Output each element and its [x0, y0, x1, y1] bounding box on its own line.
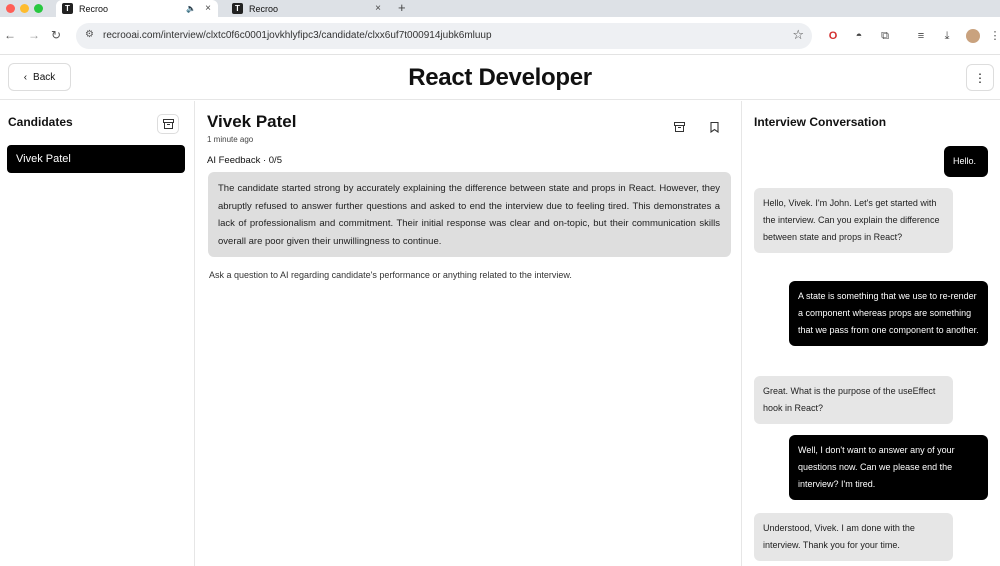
archive-candidate-button[interactable]: [672, 120, 686, 134]
site-settings-icon[interactable]: ⚙: [85, 29, 94, 40]
candidate-name: Vivek Patel: [207, 112, 297, 131]
browser-forward-icon[interactable]: →: [28, 28, 40, 42]
browser-tab[interactable]: T Recroo ×: [226, 0, 388, 17]
tab-close-icon[interactable]: ×: [205, 3, 211, 14]
browser-tab-active[interactable]: T Recroo 🔈 ×: [56, 0, 218, 17]
user-message: Hello.: [944, 146, 988, 177]
ai-message: Great. What is the purpose of the useEff…: [754, 376, 953, 424]
bookmark-button[interactable]: [707, 120, 721, 134]
browser-tab-bar: T Recroo 🔈 × T Recroo × +: [0, 0, 1000, 17]
new-tab-button[interactable]: +: [398, 0, 406, 16]
timestamp: 1 minute ago: [207, 135, 254, 144]
kebab-menu-icon: ⋮: [974, 70, 986, 85]
ai-message: Understood, Vivek. I am done with the in…: [754, 513, 953, 561]
user-message: A state is something that we use to re-r…: [789, 281, 988, 346]
ask-ai-prompt[interactable]: Ask a question to AI regarding candidate…: [209, 270, 572, 280]
profile-avatar[interactable]: [966, 29, 980, 43]
ai-message: Hello, Vivek. I'm John. Let's get starte…: [754, 188, 953, 253]
ai-feedback-text: The candidate started strong by accurate…: [208, 172, 731, 257]
archive-button[interactable]: [157, 114, 179, 134]
app-header: ‹ Back React Developer ⋮: [0, 55, 1000, 100]
browser-toolbar: ← → ↻ ⚙ recrooai.com/interview/clxtc0f6c…: [0, 17, 1000, 55]
window-maximize-button[interactable]: [34, 4, 43, 13]
opera-extension-icon[interactable]: O: [826, 29, 840, 43]
user-message: Well, I don't want to answer any of your…: [789, 435, 988, 500]
window-minimize-button[interactable]: [20, 4, 29, 13]
speaker-icon[interactable]: 🔈: [186, 4, 196, 13]
url-text: recrooai.com/interview/clxtc0f6c0001jovk…: [103, 30, 492, 41]
candidates-heading: Candidates: [8, 115, 73, 129]
tab-favicon: T: [62, 3, 73, 14]
address-bar[interactable]: ⚙ recrooai.com/interview/clxtc0f6c0001jo…: [76, 23, 812, 49]
bookmark-icon: [709, 121, 719, 133]
window-close-button[interactable]: [6, 4, 15, 13]
more-options-button[interactable]: ⋮: [966, 64, 994, 91]
candidate-detail-panel: Vivek Patel 1 minute ago AI Feedback · 0…: [195, 101, 742, 566]
bookmark-star-icon[interactable]: ☆: [792, 27, 804, 43]
conversation-heading: Interview Conversation: [754, 115, 887, 129]
media-control-icon[interactable]: ≡: [914, 29, 928, 43]
tab-title: Recroo: [79, 3, 109, 14]
tab-favicon: T: [232, 3, 243, 14]
browser-menu-icon[interactable]: ⋮: [988, 29, 1000, 43]
page-title: React Developer: [408, 64, 592, 91]
tab-title: Recroo: [249, 3, 279, 14]
extensions-puzzle-icon[interactable]: ⧉: [878, 29, 892, 43]
tab-close-icon[interactable]: ×: [375, 3, 381, 14]
extension-icon[interactable]: ◓: [852, 29, 866, 43]
archive-icon: [673, 122, 685, 132]
reload-icon[interactable]: ↻: [51, 28, 61, 42]
download-icon[interactable]: ⤓: [940, 29, 954, 43]
ai-feedback-label: AI Feedback · 0/5: [207, 155, 282, 166]
conversation-panel: Interview Conversation Hello. Hello, Viv…: [742, 101, 1000, 566]
browser-back-icon[interactable]: ←: [4, 28, 16, 42]
candidate-list-item[interactable]: Vivek Patel: [7, 145, 185, 173]
candidates-panel: Candidates Vivek Patel: [0, 101, 195, 566]
archive-icon: [162, 119, 174, 129]
